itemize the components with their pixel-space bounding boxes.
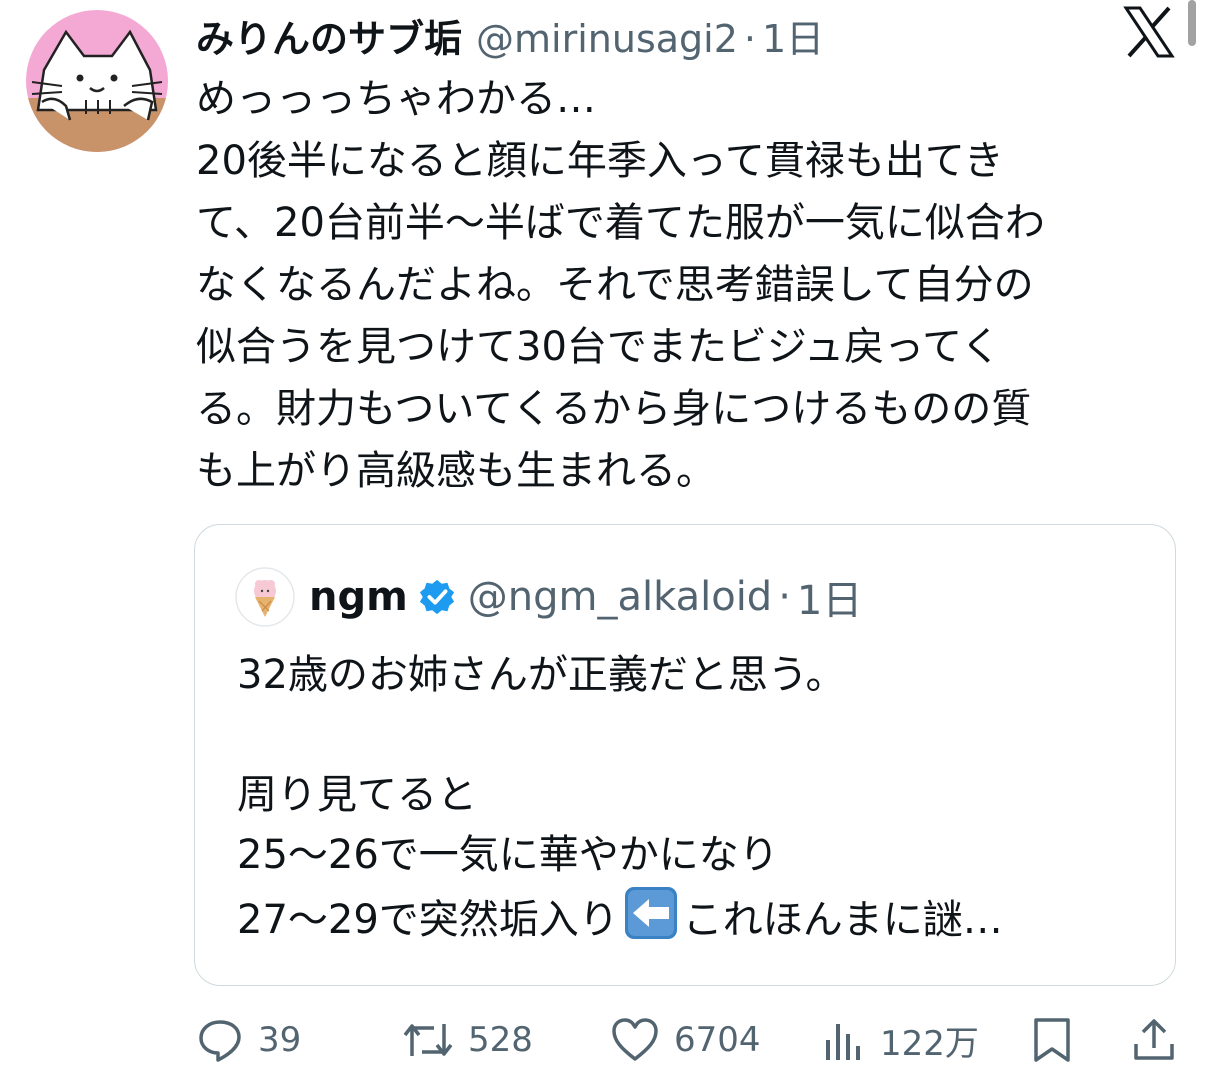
quoted-header-separator: · bbox=[778, 574, 791, 620]
tweet-timestamp[interactable]: 1日 bbox=[762, 8, 824, 63]
scrollbar[interactable] bbox=[1188, 0, 1196, 46]
quoted-tweet-header: ngm @ngm_alkaloid · 1日 bbox=[309, 567, 862, 627]
reply-count: 39 bbox=[258, 1020, 302, 1060]
ice-cream-avatar-icon bbox=[235, 567, 295, 627]
views-chart-icon bbox=[826, 1024, 860, 1060]
quoted-text-segment: 27〜29で突然垢入り bbox=[237, 897, 619, 943]
author-handle[interactable]: @mirinusagi2 bbox=[476, 17, 738, 61]
share-button[interactable] bbox=[1130, 1010, 1178, 1070]
quoted-author-avatar[interactable] bbox=[235, 567, 295, 627]
quoted-author-handle[interactable]: @ngm_alkaloid bbox=[468, 574, 772, 620]
retweet-count: 528 bbox=[468, 1020, 533, 1060]
quoted-text-line: 32歳のお姉さんが正義だと思う。 bbox=[237, 652, 846, 698]
quoted-text-line: 25〜26で一気に華やかになり bbox=[237, 832, 779, 878]
verified-badge-icon bbox=[419, 579, 454, 615]
quoted-text-blank-line bbox=[237, 705, 1157, 765]
tweet-text-line: も上がり高級感も生まれる。 bbox=[196, 448, 716, 494]
quoted-tweet-timestamp[interactable]: 1日 bbox=[797, 568, 862, 626]
tweet-text-line: て、20台前半〜半ばで着てた服が一気に似合わ bbox=[196, 200, 1045, 246]
share-icon bbox=[1134, 1019, 1174, 1060]
like-button[interactable]: 6704 bbox=[610, 1010, 761, 1070]
tweet-text: めっっっちゃわかる… 20後半になると顔に年季入って貫禄も出てき て、20台前半… bbox=[196, 68, 1156, 502]
left-arrow-emoji-icon bbox=[624, 887, 677, 939]
quoted-text-line: 周り見てると bbox=[237, 772, 477, 818]
header-separator: · bbox=[743, 17, 756, 61]
quoted-tweet-text: 32歳のお姉さんが正義だと思う。 周り見てると 25〜26で一気に華やかになり … bbox=[237, 645, 1157, 950]
author-display-name[interactable]: みりんのサブ垢 bbox=[196, 8, 462, 63]
views-button[interactable]: 122万 bbox=[822, 1010, 979, 1070]
tweet-action-bar: 39 528 6704 122万 bbox=[0, 1010, 1206, 1070]
tweet-text-line: 似合うを見つけて30台でまたビジュ戻ってく bbox=[196, 324, 1001, 370]
heart-icon bbox=[612, 1018, 658, 1061]
reply-icon bbox=[199, 1020, 241, 1062]
tweet-header: みりんのサブ垢 @mirinusagi2 · 1日 bbox=[196, 8, 824, 63]
quoted-text-line: 27〜29で突然垢入り これほんまに謎… bbox=[237, 885, 1157, 950]
retweet-button[interactable]: 528 bbox=[402, 1010, 533, 1070]
bookmark-icon bbox=[1034, 1018, 1070, 1062]
author-avatar[interactable] bbox=[26, 10, 168, 152]
views-count: 122万 bbox=[880, 1023, 979, 1064]
tweet-text-line: めっっっちゃわかる… bbox=[196, 76, 596, 122]
quoted-text-segment: これほんまに謎… bbox=[682, 897, 1003, 943]
reply-button[interactable]: 39 bbox=[196, 1010, 301, 1070]
tweet-text-line: 20後半になると顔に年季入って貫禄も出てき bbox=[196, 138, 1004, 184]
quoted-author-display-name[interactable]: ngm bbox=[309, 574, 408, 620]
like-count: 6704 bbox=[674, 1020, 761, 1060]
cat-avatar-icon bbox=[26, 10, 168, 152]
x-logo-icon[interactable] bbox=[1122, 6, 1176, 58]
quoted-tweet-card[interactable]: ngm @ngm_alkaloid · 1日 32歳のお姉さんが正義だと思う。 … bbox=[194, 524, 1176, 986]
tweet-text-line: なくなるんだよね。それで思考錯誤して自分の bbox=[196, 262, 1034, 308]
tweet-text-line: る。財力もついてくるから身につけるものの質 bbox=[196, 386, 1032, 432]
bookmark-button[interactable] bbox=[1030, 1010, 1074, 1070]
retweet-icon bbox=[403, 1024, 453, 1056]
